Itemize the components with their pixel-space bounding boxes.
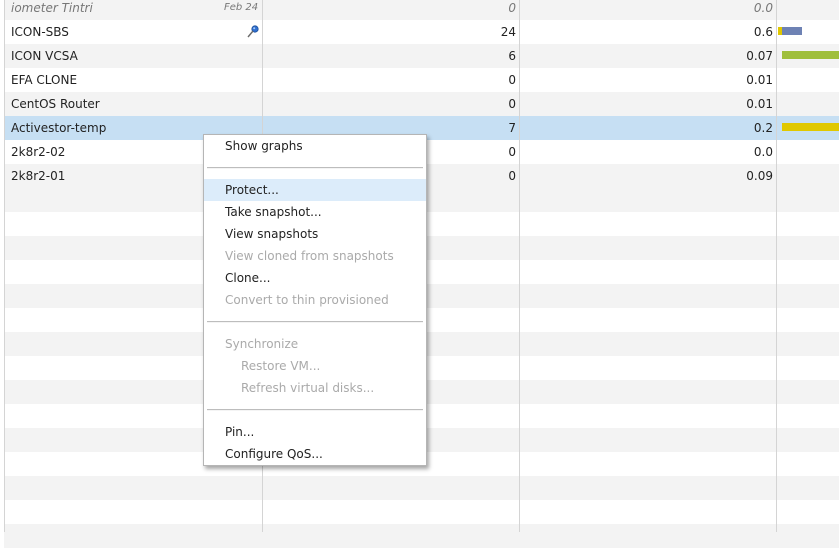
menu-item-show-graphs[interactable]: Show graphs xyxy=(204,135,426,157)
context-menu: Show graphs Protect... Take snapshot... … xyxy=(203,134,427,466)
menu-item-protect[interactable]: Protect... xyxy=(204,179,426,201)
io-value: 0 xyxy=(508,73,516,87)
column-divider[interactable] xyxy=(776,0,777,532)
menu-separator xyxy=(207,321,423,323)
throughput-value: 0.01 xyxy=(746,97,773,111)
empty-row xyxy=(4,524,839,548)
table-row-icon-vcsa[interactable]: ICON VCSA 6 0.07 xyxy=(4,44,839,68)
menu-item-synchronize: Synchronize xyxy=(225,337,299,351)
vm-name: ICON-SBS xyxy=(11,25,69,39)
menu-item-pin[interactable]: Pin... xyxy=(204,421,426,443)
menu-item-view-snapshots[interactable]: View snapshots xyxy=(204,223,426,245)
io-value: 24 xyxy=(500,25,516,39)
menu-item-take-snapshot[interactable]: Take snapshot... xyxy=(204,201,426,223)
throughput-value: 0.07 xyxy=(746,49,773,63)
menu-item-refresh-disks: Refresh virtual disks... xyxy=(241,381,375,395)
throughput-value: 0.2 xyxy=(753,121,773,135)
throughput-bar xyxy=(782,123,839,131)
menu-item-restore-vm: Restore VM... xyxy=(241,359,321,373)
io-value: 6 xyxy=(508,49,516,63)
menu-item-view-cloned: View cloned from snapshots xyxy=(225,249,394,263)
column-divider[interactable] xyxy=(519,0,520,532)
table-row-iometer-tintri[interactable]: iometer Tintri Feb 24 0 0.0 xyxy=(4,0,839,20)
menu-item-convert-thin: Convert to thin provisioned xyxy=(225,293,389,307)
vm-name: EFA CLONE xyxy=(11,73,78,87)
throughput-value: 0.0 xyxy=(753,145,773,159)
menu-separator xyxy=(207,167,423,169)
throughput-value: 0.01 xyxy=(746,73,773,87)
table-row-icon-sbs[interactable]: ICON-SBS 24 0.6 xyxy=(4,20,839,44)
table-row-efa-clone[interactable]: EFA CLONE 0 0.01 xyxy=(4,68,839,92)
table-row-centos-router[interactable]: CentOS Router 0 0.01 xyxy=(4,92,839,116)
pin-icon[interactable] xyxy=(246,25,259,39)
throughput-value: 0.0 xyxy=(753,1,773,15)
vm-name: ICON VCSA xyxy=(11,49,78,63)
vm-name: iometer Tintri xyxy=(11,1,93,15)
vm-name: CentOS Router xyxy=(11,97,100,111)
menu-separator xyxy=(207,409,423,411)
column-divider xyxy=(4,0,5,532)
io-value: 0 xyxy=(508,1,516,15)
vm-date: Feb 24 xyxy=(224,2,259,13)
menu-item-clone[interactable]: Clone... xyxy=(204,267,426,289)
empty-row xyxy=(4,476,839,500)
throughput-value: 0.09 xyxy=(746,169,773,183)
throughput-bar xyxy=(782,51,839,59)
menu-item-configure-qos[interactable]: Configure QoS... xyxy=(204,443,426,465)
throughput-bar xyxy=(782,27,802,35)
throughput-value: 0.6 xyxy=(753,25,773,39)
io-value: 0 xyxy=(508,97,516,111)
